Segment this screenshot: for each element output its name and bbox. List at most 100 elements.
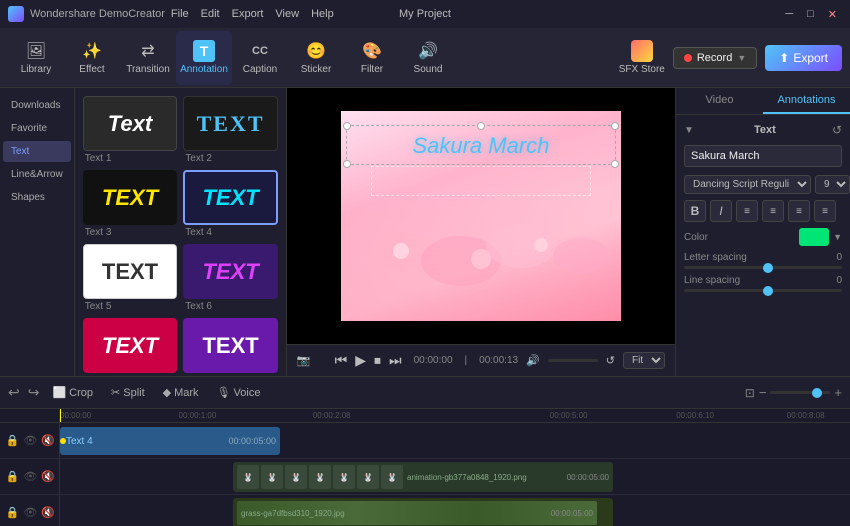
left-panel-shapes[interactable]: Shapes	[3, 187, 71, 208]
annotation-grid: Text Text 1 TEXT Text 2 TEXT Text 3 TEXT…	[83, 96, 278, 376]
text-style-7[interactable]: TEXT Text 7	[83, 318, 178, 376]
tool-caption[interactable]: CC Caption	[232, 31, 288, 85]
left-panel-line-arrow[interactable]: Line&Arrow	[3, 164, 71, 185]
align-left-button[interactable]: ≡	[736, 200, 758, 222]
tool-effect[interactable]: ✨ Effect	[64, 31, 120, 85]
font-size-select[interactable]: 96	[815, 175, 850, 194]
track-eye-icon-2[interactable]: 👁	[23, 470, 37, 483]
menu-help[interactable]: Help	[311, 8, 334, 20]
text-content-input[interactable]	[684, 145, 842, 167]
skip-forward-button[interactable]: ⏭	[389, 352, 402, 369]
color-dropdown-icon[interactable]: ▼	[833, 232, 842, 242]
tool-sticker[interactable]: 😊 Sticker	[288, 31, 344, 85]
tab-video[interactable]: Video	[676, 88, 763, 114]
track-eye-icon[interactable]: 👁	[23, 434, 37, 447]
zoom-in-button[interactable]: +	[834, 385, 842, 400]
line-spacing-thumb[interactable]	[763, 286, 773, 296]
track-mute-icon-3[interactable]: 🔇	[41, 506, 55, 519]
text-style-3[interactable]: TEXT Text 3	[83, 170, 178, 238]
track-lock-icon-2[interactable]: 🔒	[6, 470, 20, 483]
section-collapse-icon[interactable]: ▼	[684, 125, 694, 136]
handle-br[interactable]	[611, 160, 619, 168]
text-style-5[interactable]: TEXT Text 5	[83, 244, 178, 312]
stop-button[interactable]: ⏹	[374, 352, 381, 369]
handle-tc[interactable]	[477, 122, 485, 130]
align-justify-button[interactable]: ≡	[814, 200, 836, 222]
text-style-1[interactable]: Text Text 1	[83, 96, 178, 164]
text4-clip[interactable]: Text 4 00:00:05:00	[60, 427, 280, 455]
animation-clip[interactable]: 🐰 🐰 🐰 🐰 🐰 🐰 🐰 animation-gb377a0848_1920.…	[233, 462, 613, 492]
mark-button[interactable]: ◆ Mark	[158, 384, 204, 401]
tool-annotation[interactable]: T Annotation	[176, 31, 232, 85]
track-mute-icon[interactable]: 🔇	[41, 434, 55, 447]
zoom-thumb[interactable]	[812, 388, 822, 398]
line-spacing-slider[interactable]	[684, 289, 842, 292]
fit-timeline-icon[interactable]: ⊡	[745, 386, 755, 400]
letter-spacing-thumb[interactable]	[763, 263, 773, 273]
sfx-store-button[interactable]: SFX Store	[619, 40, 665, 75]
tool-library-label: Library	[21, 64, 52, 75]
line-spacing-value: 0	[836, 275, 842, 286]
maximize-button[interactable]: □	[802, 8, 819, 21]
text-style-4[interactable]: TEXT Text 4	[183, 170, 278, 238]
align-center-button[interactable]: ≡	[762, 200, 784, 222]
menu-view[interactable]: View	[275, 8, 299, 20]
crop-button[interactable]: ⬜ Crop	[47, 384, 98, 401]
text-style-8[interactable]: TEXT Text 8	[183, 318, 278, 376]
tool-sound[interactable]: 🔊 Sound	[400, 31, 456, 85]
handle-tr[interactable]	[611, 122, 619, 130]
skip-back-button[interactable]: ⏮	[335, 352, 348, 369]
handle-bl[interactable]	[343, 160, 351, 168]
voice-button[interactable]: 🎙 Voice	[212, 384, 266, 401]
letter-spacing-slider[interactable]	[684, 266, 842, 269]
track-eye-icon-3[interactable]: 👁	[23, 506, 37, 519]
text-style-6[interactable]: TEXT Text 6	[183, 244, 278, 312]
left-panel-text[interactable]: Text	[3, 141, 71, 162]
fit-select[interactable]: Fit	[623, 352, 665, 369]
undo-button[interactable]: ↩	[8, 384, 20, 401]
text-style-label-1: Text 1	[83, 153, 112, 164]
text-style-preview-8: TEXT	[183, 318, 278, 373]
volume-icon[interactable]: 🔊	[526, 354, 540, 367]
crop-label: Crop	[69, 387, 93, 399]
color-picker[interactable]	[799, 228, 829, 246]
close-button[interactable]: ✕	[823, 8, 842, 21]
minimize-button[interactable]: ─	[780, 8, 798, 21]
tool-effect-label: Effect	[79, 64, 104, 75]
anim-thumb-6: 🐰	[357, 465, 379, 489]
tool-transition[interactable]: ⇄ Transition	[120, 31, 176, 85]
loop-icon[interactable]: ↺	[606, 354, 615, 367]
tool-filter[interactable]: 🎨 Filter	[344, 31, 400, 85]
track-mute-icon-2[interactable]: 🔇	[41, 470, 55, 483]
zoom-slider[interactable]	[770, 391, 830, 394]
italic-button[interactable]: I	[710, 200, 732, 222]
redo-button[interactable]: ↪	[28, 384, 40, 401]
tab-annotations[interactable]: Annotations	[763, 88, 850, 114]
menu-export[interactable]: Export	[232, 8, 264, 20]
left-panel-downloads[interactable]: Downloads	[3, 95, 71, 116]
preview-area: Sakura March	[287, 88, 675, 376]
export-button[interactable]: ⬆ Export	[765, 45, 842, 71]
grass-clip[interactable]: grass-ga7dfbsd310_1920.jpg 00:00:05:00	[233, 498, 613, 526]
play-button[interactable]: ▶	[355, 352, 366, 369]
record-dropdown-icon[interactable]: ▼	[737, 53, 746, 63]
bold-button[interactable]: B	[684, 200, 706, 222]
track-lock-icon[interactable]: 🔒	[6, 434, 20, 447]
project-title: My Project	[399, 8, 451, 20]
handle-tl[interactable]	[343, 122, 351, 130]
split-button[interactable]: ✂ Split	[106, 384, 150, 401]
screenshot-icon[interactable]: 📷	[297, 354, 311, 367]
text-section-title: Text	[754, 124, 776, 136]
reset-button[interactable]: ↺	[832, 123, 842, 137]
zoom-out-button[interactable]: −	[759, 385, 767, 400]
menu-file[interactable]: File	[171, 8, 189, 20]
record-button[interactable]: Record ▼	[673, 47, 757, 69]
left-panel-favorite[interactable]: Favorite	[3, 118, 71, 139]
font-family-select[interactable]: Dancing Script Reguli	[684, 175, 811, 194]
track-lock-icon-3[interactable]: 🔒	[6, 506, 20, 519]
tool-library[interactable]: 🖼 Library	[8, 31, 64, 85]
volume-slider[interactable]	[548, 359, 598, 362]
align-right-button[interactable]: ≡	[788, 200, 810, 222]
text-style-2[interactable]: TEXT Text 2	[183, 96, 278, 164]
menu-edit[interactable]: Edit	[201, 8, 220, 20]
